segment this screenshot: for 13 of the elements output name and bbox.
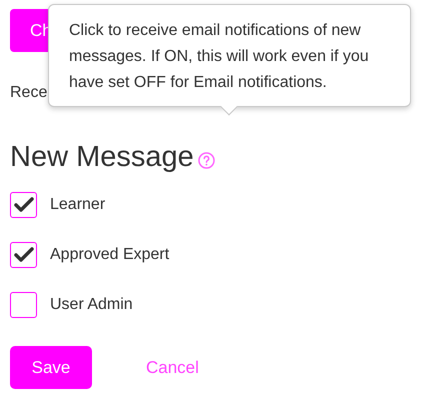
receive-text: Rece [10, 83, 48, 103]
section-heading: New Message [10, 140, 194, 175]
tooltip-text: Click to receive email notifications of new messages. If ON, this will work even if you have set OFF for Email notifications. [69, 21, 370, 93]
cancel-link[interactable]: Cancel [146, 354, 199, 380]
checkbox[interactable] [10, 192, 37, 218]
checkbox[interactable] [10, 292, 37, 318]
option-label: Learner [50, 195, 106, 215]
save-button[interactable]: Save [10, 346, 92, 389]
check-icon [14, 247, 34, 263]
option-label: Approved Expert [50, 245, 170, 265]
checkbox[interactable] [10, 242, 37, 268]
check-icon [14, 197, 34, 213]
option-label: User Admin [50, 295, 133, 315]
